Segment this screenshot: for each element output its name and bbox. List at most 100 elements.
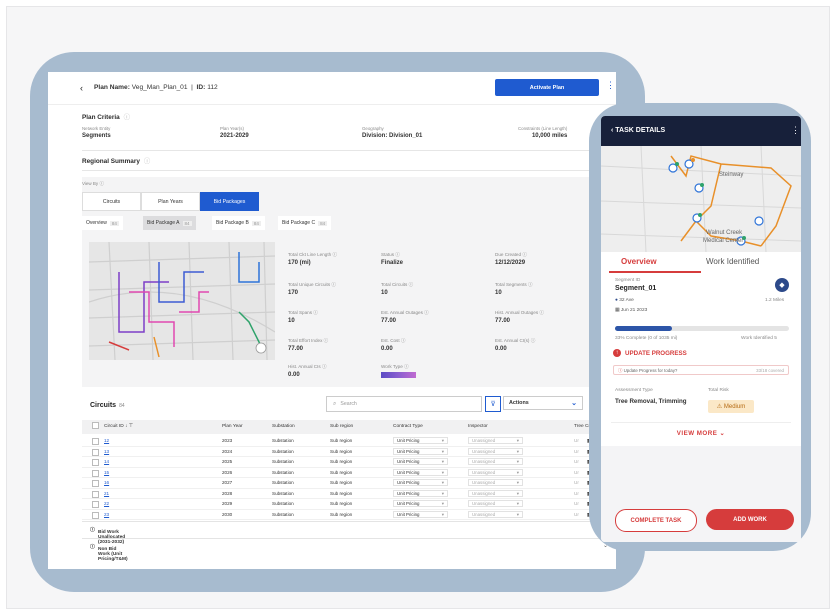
view-circuits-button[interactable]: Circuits	[82, 192, 141, 211]
table-row[interactable]: 22 2029 Substation Sub region Unit Pricing ▾ U…	[82, 499, 616, 510]
task-map[interactable]: Steinway Walnut Creek Medical Center	[601, 145, 801, 253]
col-plan-year[interactable]: Plan Year	[222, 424, 243, 429]
col-contract-type[interactable]: Contract Type	[393, 424, 423, 429]
contract-type-select[interactable]: Unit Pricing ▾	[393, 510, 448, 518]
inspector-select[interactable]: Unassigned ▾	[468, 510, 523, 518]
inspector-select[interactable]: Unassigned ▾	[468, 500, 523, 507]
tab-bid-package-b[interactable]: Bid Package B 84	[212, 216, 265, 230]
circuit-id-link[interactable]: 14	[104, 459, 109, 464]
table-row[interactable]: 14 2025 Substation Sub region Unit Pricing ▾ U…	[82, 457, 616, 468]
stat-total-unique-circuits: Total Unique Circuits ⓘ 170	[288, 282, 337, 296]
update-progress-button[interactable]: ↑ UPDATE PROGRESS	[613, 349, 687, 357]
substation-cell: Substation	[272, 511, 294, 517]
tree-crew-cell[interactable]: Ur	[574, 449, 579, 454]
accordion-non-bid-work[interactable]: Non Bid Work (Unit Pricing/T&M) ⓘ ⌄	[82, 538, 616, 562]
criteria-network-entity: Network Entity Segments	[82, 126, 111, 139]
row-checkbox[interactable]	[92, 469, 99, 477]
view-more-button[interactable]: VIEW MORE ⌄	[601, 430, 801, 437]
table-row[interactable]: 21 2028 Substation Sub region Unit Pricing ▾ U…	[82, 489, 616, 499]
tab-overview[interactable]: Overview 84	[82, 216, 123, 230]
row-checkbox[interactable]	[92, 511, 99, 519]
view-bid-packages-button[interactable]: Bid Packages	[200, 192, 259, 211]
circuit-id-link[interactable]: 23	[104, 512, 109, 517]
stat-status: Status ⓘ Finalize	[381, 252, 404, 266]
row-checkbox[interactable]	[92, 448, 99, 456]
contract-type-select[interactable]: Unit Pricing ▾	[393, 447, 448, 455]
substation-cell: Substation	[272, 490, 294, 496]
inspector-select[interactable]: Unassigned ▾	[468, 479, 523, 486]
inspector-select[interactable]: Unassigned ▾	[468, 458, 523, 465]
regional-map[interactable]	[89, 242, 275, 360]
tab-bid-package-a[interactable]: Bid Package A 84	[143, 216, 196, 230]
progress-text: 33% Complete (0 of 1035 mi)	[615, 336, 678, 341]
tree-crew-cell[interactable]: Ur	[574, 480, 579, 485]
circuit-id-link[interactable]: 15	[104, 470, 109, 475]
search-input[interactable]: ⌕ Search	[326, 396, 482, 412]
activate-plan-button[interactable]: Activate Plan	[495, 79, 599, 96]
circuit-id-link[interactable]: 16	[104, 480, 109, 485]
contract-type-select[interactable]: Unit Pricing ▾	[393, 500, 448, 507]
circuit-id-link[interactable]: 22	[104, 501, 109, 506]
table-row[interactable]: 15 2026 Substation Sub region Unit Pricing ▾ U…	[82, 468, 616, 478]
navigate-button[interactable]: ◆	[775, 278, 789, 292]
tree-crew-cell[interactable]: Ur	[574, 438, 579, 443]
tree-crew-cell[interactable]: Ur	[574, 470, 579, 475]
row-checkbox[interactable]	[92, 459, 99, 466]
actions-dropdown[interactable]: Actions ⌄	[503, 396, 583, 410]
row-checkbox[interactable]	[92, 501, 99, 508]
row-checkbox[interactable]	[92, 490, 99, 498]
circuit-id-link[interactable]: 13	[104, 449, 109, 454]
tab-overview[interactable]: Overview	[621, 257, 657, 266]
sub-region-cell: Sub region	[330, 490, 353, 496]
address: ● 32 Ave	[615, 298, 634, 303]
circuits-title: Circuits 84	[90, 402, 125, 409]
tree-crew-cell[interactable]: Ur	[574, 459, 579, 464]
tab-work-identified[interactable]: Work Identified	[706, 257, 759, 266]
inspector-select[interactable]: Unassigned ▾	[468, 437, 523, 444]
inspector-select[interactable]: Unassigned ▾	[468, 447, 523, 455]
add-work-button[interactable]: ADD WORK	[706, 509, 794, 530]
back-icon[interactable]: ‹	[80, 83, 83, 93]
plan-year-cell: 2023	[222, 438, 233, 443]
table-row[interactable]: 23 2030 Substation Sub region Unit Pricing ▾ U…	[82, 510, 616, 520]
col-substation[interactable]: Substation	[272, 424, 295, 429]
select-all-checkbox[interactable]	[92, 422, 99, 429]
contract-type-select[interactable]: Unit Pricing ▾	[393, 437, 448, 444]
assessment-type-value: Tree Removal, Trimming	[615, 398, 687, 405]
update-progress-prompt[interactable]: ⓘ Update Progress for today? 33/18 covere…	[613, 365, 789, 375]
view-plan-years-button[interactable]: Plan Years	[141, 192, 200, 211]
tree-crew-cell[interactable]: Ur	[574, 501, 579, 506]
tree-crew-cell[interactable]: Ur	[574, 512, 579, 517]
col-inspector[interactable]: Inspector	[468, 424, 488, 429]
criteria-constraints: Constraints (Line Length) 10,000 miles	[518, 126, 568, 139]
inspector-select[interactable]: Unassigned ▾	[468, 489, 523, 497]
circuit-id-link[interactable]: 21	[104, 491, 109, 496]
more-options-icon[interactable]: ⋮	[606, 80, 615, 91]
filter-button[interactable]: ⊽	[485, 396, 501, 412]
more-options-icon[interactable]: ⋮	[791, 125, 800, 136]
contract-type-select[interactable]: Unit Pricing ▾	[393, 479, 448, 486]
table-row[interactable]: 12 2023 Substation Sub region Unit Pricing ▾ U…	[82, 436, 616, 447]
chevron-down-icon: ▾	[516, 501, 519, 506]
table-row[interactable]: 16 2027 Substation Sub region Unit Pricing ▾ U…	[82, 478, 616, 489]
regional-summary-title[interactable]: Regional Summary ⓘ	[82, 156, 150, 165]
tree-crew-cell[interactable]: Ur	[574, 491, 579, 496]
phone-screen: ‹ TASK DETAILS ⋮ Steinway Walnut Creek M…	[601, 116, 801, 542]
contract-type-select[interactable]: Unit Pricing ▾	[393, 458, 448, 465]
circuit-id-link[interactable]: 12	[104, 438, 109, 443]
table-row[interactable]: 13 2024 Substation Sub region Unit Pricing ▾ U…	[82, 447, 616, 457]
distance: 1.2 Miles	[765, 298, 785, 303]
col-sub-region[interactable]: Sub region	[330, 424, 353, 429]
sub-region-cell: Sub region	[330, 438, 353, 443]
row-checkbox[interactable]	[92, 438, 99, 445]
inspector-select[interactable]: Unassigned ▾	[468, 468, 523, 476]
contract-type-select[interactable]: Unit Pricing ▾	[393, 489, 448, 497]
tab-bid-package-c[interactable]: Bid Package C 84	[278, 216, 332, 230]
row-checkbox[interactable]	[92, 480, 99, 487]
contract-type-select[interactable]: Unit Pricing ▾	[393, 468, 448, 476]
complete-task-button[interactable]: COMPLETE TASK	[615, 509, 697, 532]
view-by-label: View By ⓘ	[82, 181, 104, 186]
accordion-bid-work-unallocated[interactable]: Bid Work Unallocated (2031-2032) ⓘ⌄	[82, 521, 616, 545]
col-circuit-id[interactable]: Circuit ID ↓ ⊤	[104, 424, 133, 429]
sub-region-cell: Sub region	[330, 469, 353, 475]
